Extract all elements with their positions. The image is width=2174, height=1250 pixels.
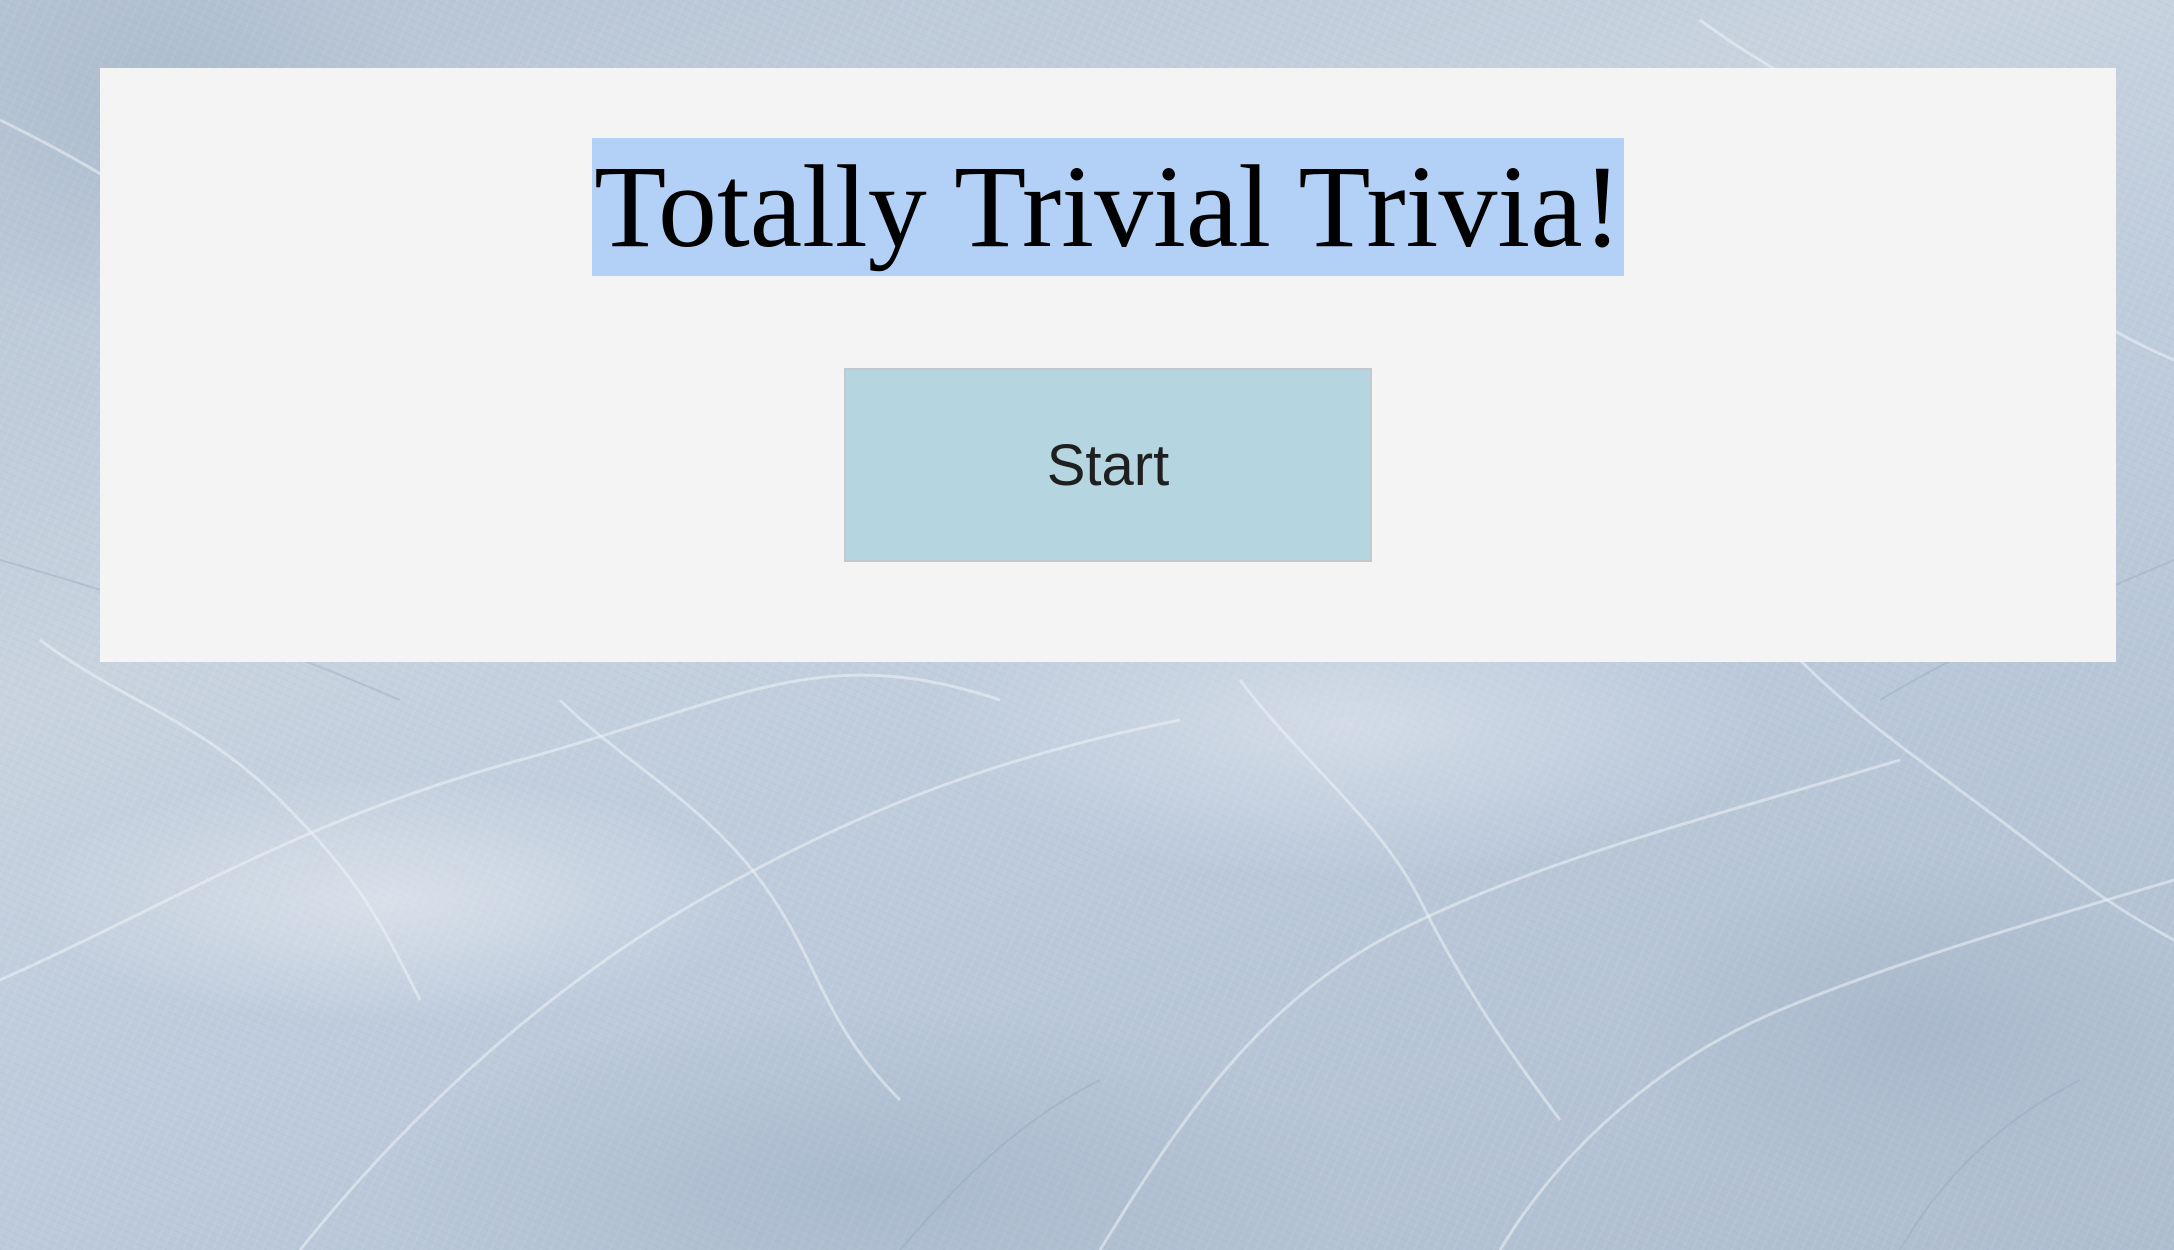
- title-container: Totally Trivial Trivia!: [100, 138, 2116, 276]
- page-title: Totally Trivial Trivia!: [592, 138, 1624, 276]
- page-background: { "page": { "title": "Totally Trivial Tr…: [0, 0, 2174, 1250]
- intro-panel: Totally Trivial Trivia! Start: [100, 68, 2116, 662]
- start-button[interactable]: Start: [844, 368, 1372, 562]
